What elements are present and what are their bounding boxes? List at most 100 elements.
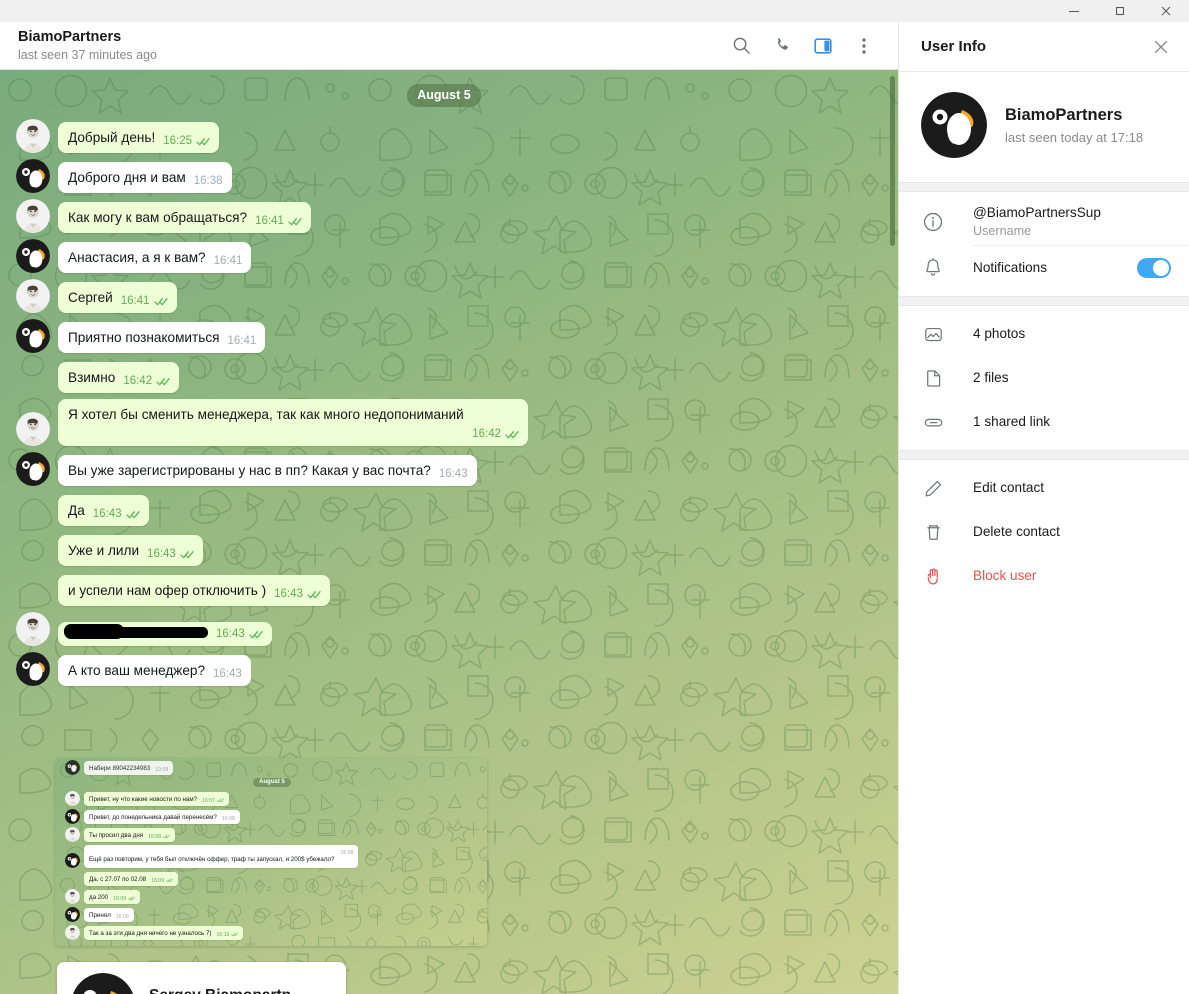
message-bubble[interactable]: Как могу к вам обращаться? 16:41 [58, 202, 311, 233]
attachment-message-row: Привет, до понедельника давай перенесём?… [57, 809, 487, 824]
message-time: 16:42 [123, 375, 153, 387]
attachment-message-time: 16:08 [221, 815, 235, 822]
shared-links-row[interactable]: 1 shared link [899, 400, 1189, 444]
avatar-person[interactable] [16, 612, 50, 646]
message-bubble[interactable]: и успели нам офер отключить ) 16:43 [58, 575, 330, 606]
user-info-header: User Info [899, 22, 1189, 72]
phone-icon[interactable] [770, 34, 794, 58]
avatar-toucan-mini [65, 853, 80, 868]
chat-scrollbar[interactable] [888, 70, 898, 994]
message-meta: 16:42 [123, 375, 170, 387]
message-text: и успели нам офер отключить ) [68, 583, 267, 598]
avatar[interactable] [921, 92, 987, 158]
message-bubble[interactable]: Да 16:43 [58, 495, 149, 526]
avatar-person[interactable] [16, 119, 50, 153]
attachment-message-time: 16:09 [113, 895, 127, 902]
read-ticks-icon [505, 430, 519, 439]
message-row: Анастасия, а я к вам? 16:41 [0, 239, 888, 273]
more-menu-icon[interactable] [852, 34, 876, 58]
search-icon[interactable] [729, 34, 753, 58]
message-bubble[interactable]: Вы уже зарегистрированы у нас в пп? Кака… [58, 455, 477, 486]
attachment-message-time: 16:16 [216, 931, 230, 938]
window-close-button[interactable] [1143, 0, 1189, 22]
attachment-message-text: Принял [89, 911, 111, 919]
message-row: Сергей 16:41 [0, 279, 888, 313]
attachment-message-bubble: Привет, до понедельника давай перенесём?… [84, 810, 240, 824]
attachment-message-text: Привет, до понедельника давай перенесём? [89, 813, 217, 821]
chat-header-titles[interactable]: BiamoPartners last seen 37 minutes ago [18, 29, 729, 63]
avatar-toucan[interactable] [16, 319, 50, 353]
avatar-person[interactable] [16, 279, 50, 313]
shared-files-row[interactable]: 2 files [899, 356, 1189, 400]
avatar-toucan[interactable] [16, 652, 50, 686]
message-meta: 16:43 [93, 508, 140, 520]
shared-contact-card[interactable]: Sergey Biamopartn… last seen recently [57, 962, 346, 994]
message-bubble[interactable]: Приятно познакомиться 16:41 [58, 322, 266, 353]
avatar-toucan[interactable] [16, 239, 50, 273]
window-minimize-button[interactable] [1051, 0, 1097, 22]
attachment-message-bubble: Так а за эти два дня ничего не узналось … [84, 926, 244, 940]
edit-contact-row[interactable]: Edit contact [899, 466, 1189, 510]
user-info-status: last seen today at 17:18 [1005, 129, 1144, 145]
user-info-profile[interactable]: BiamoPartners last seen today at 17:18 [899, 72, 1189, 182]
read-ticks-icon-mini [128, 896, 135, 901]
attachment-message-text: Да, с 27.07 по 02.08 [89, 875, 147, 883]
photo-message-attachment[interactable]: Набери 89042234983 19:08 August 5 Привет… [55, 758, 487, 946]
user-info-title: User Info [921, 38, 987, 55]
chat-message-area[interactable]: August 5 Добрый день! 16:25 Доброго дня и … [0, 70, 898, 994]
trash-icon [921, 520, 945, 544]
message-row: Вы уже зарегистрированы у нас в пп? Кака… [0, 452, 888, 486]
avatar-toucan-mini [65, 760, 80, 775]
close-icon[interactable] [1149, 35, 1173, 59]
read-ticks-icon [196, 137, 210, 146]
message-time: 16:42 [472, 428, 501, 440]
message-bubble[interactable]: Взимно 16:42 [58, 362, 180, 393]
notifications-label-wrap: Notifications [973, 259, 1137, 277]
info-panel-icon[interactable] [811, 34, 835, 58]
read-ticks-icon [156, 377, 170, 386]
message-time: 16:41 [255, 215, 284, 227]
message-text: Приятно познакомиться [68, 330, 220, 345]
block-user-row[interactable]: Block user [899, 554, 1189, 598]
message-bubble[interactable]: Доброго дня и вам 16:38 [58, 162, 232, 193]
delete-contact-wrap: Delete contact [973, 523, 1171, 541]
user-info-username-texts: @BiamoPartnersSup Username [973, 204, 1171, 240]
notifications-toggle[interactable] [1137, 258, 1171, 278]
attachment-message-row: да 200 16:09 [57, 889, 487, 904]
read-ticks-icon [153, 297, 168, 306]
user-info-notifications-row[interactable]: Notifications [899, 246, 1189, 290]
shared-photos-row[interactable]: 4 photos [899, 312, 1189, 356]
chat-scrollbar-thumb[interactable] [890, 76, 895, 246]
message-bubble[interactable]: А кто ваш менеджер? 16:43 [58, 655, 251, 686]
message-bubble[interactable]: Сергей 16:41 [58, 282, 177, 313]
delete-contact-row[interactable]: Delete contact [899, 510, 1189, 554]
avatar-toucan[interactable] [16, 452, 50, 486]
read-ticks-icon [288, 217, 302, 226]
shared-files-wrap: 2 files [973, 369, 1171, 387]
contact-card-avatar [71, 972, 135, 994]
window-maximize-button[interactable] [1097, 0, 1143, 22]
read-ticks-icon [307, 590, 321, 599]
message-text: Взимно [68, 370, 116, 385]
message-bubble[interactable]: Уже и лили 16:43 [58, 535, 203, 566]
message-bubble[interactable]: Анастасия, а я к вам? 16:41 [58, 242, 252, 273]
avatar-person-mini [65, 889, 80, 904]
message-bubble[interactable]: Добрый день! 16:25 [58, 122, 220, 153]
message-row: и успели нам офер отключить ) 16:43 [0, 572, 888, 606]
message-meta: 16:41 [121, 295, 168, 307]
user-info-username-row[interactable]: @BiamoPartnersSup Username [899, 198, 1189, 246]
avatar-toucan-mini [65, 809, 80, 824]
avatar-toucan[interactable] [16, 159, 50, 193]
photo-icon [921, 322, 945, 346]
message-bubble[interactable]: Я хотел бы сменить менеджера, так как мн… [58, 399, 528, 446]
message-meta: 16:42 [472, 428, 519, 440]
chat-header: BiamoPartners last seen 37 minutes ago [0, 22, 898, 70]
message-row: Добрый день! 16:25 [0, 119, 888, 153]
avatar-person[interactable] [16, 412, 50, 446]
avatar-person-mini [65, 925, 80, 940]
avatar-person[interactable] [16, 199, 50, 233]
message-time: 16:43 [274, 588, 303, 600]
message-text: Добрый день! [68, 130, 156, 145]
date-separator: August 5 [0, 84, 888, 107]
message-bubble[interactable]: 16:43 [58, 622, 272, 646]
